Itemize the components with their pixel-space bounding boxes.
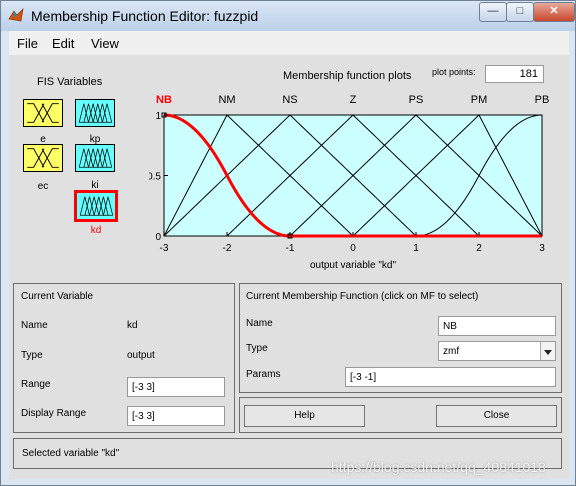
x-tick-label: 0 <box>350 243 356 254</box>
maximize-button[interactable]: □ <box>506 2 534 22</box>
mf-name-label: Name <box>246 318 273 329</box>
mf-label-nb: NB <box>156 94 172 106</box>
y-tick-label: 0 <box>155 232 161 243</box>
chevron-down-icon[interactable] <box>540 342 555 360</box>
fis-variable-label-ec: ec <box>37 181 49 192</box>
x-tick-label: 1 <box>413 243 419 254</box>
close-button[interactable]: Close <box>436 405 557 427</box>
current-variable-title: Current Variable <box>21 291 94 302</box>
display-range-label: Display Range <box>21 408 87 419</box>
mf-label-ns: NS <box>282 94 297 106</box>
y-tick-label: 0.5 <box>149 172 161 183</box>
plot-points-input[interactable]: 181 <box>485 65 544 83</box>
menu-bar: File Edit View <box>9 31 569 55</box>
mf-type-select[interactable]: zmf <box>438 341 556 361</box>
fis-variable-kd[interactable] <box>74 190 118 222</box>
mf-type-selected-value: zmf <box>443 346 460 357</box>
watermark-text: https://blog.csdn.net/qq_40841018 <box>331 459 546 475</box>
mf-params-label: Params <box>246 369 281 380</box>
mf-name-input[interactable]: NB <box>438 316 556 336</box>
x-axis-label: output variable "kd" <box>310 260 396 271</box>
x-tick-label: -1 <box>286 243 295 254</box>
button-panel: Help Close <box>239 397 562 433</box>
close-window-button[interactable]: ✕ <box>533 2 575 22</box>
mf-label-pb: PB <box>535 94 550 106</box>
window-title: Membership Function Editor: fuzzpid <box>31 8 259 24</box>
mf-label-pm: PM <box>471 94 488 106</box>
plot-points-label: plot points: <box>432 67 476 77</box>
title-bar: Membership Function Editor: fuzzpid — □ … <box>1 1 575 31</box>
menu-view[interactable]: View <box>91 36 119 51</box>
status-text: Selected variable "kd" <box>22 448 120 459</box>
variable-type-value: output <box>127 350 155 361</box>
x-tick-label: -3 <box>160 243 169 254</box>
range-input[interactable]: [-3 3] <box>127 377 225 397</box>
current-mf-panel: Current Membership Function (click on MF… <box>239 283 562 393</box>
x-tick-label: 2 <box>476 243 482 254</box>
editor-client-area: FIS Variables e kp ec ki kd Membership f… <box>9 55 569 479</box>
mf-type-label: Type <box>246 343 268 354</box>
output-mf-icon <box>78 148 113 168</box>
x-tick-label: 3 <box>539 243 545 254</box>
output-mf-icon <box>79 196 114 216</box>
menu-file[interactable]: File <box>17 36 38 51</box>
matlab-app-icon <box>8 8 24 22</box>
mf-editor-window: Membership Function Editor: fuzzpid — □ … <box>0 0 576 486</box>
membership-function-plot[interactable]: NB NM NS Z PS PM PB -3 -2 -1 0 1 2 3 0 0.5 1 output varia… <box>149 89 559 279</box>
fis-variables-title: FIS Variables <box>37 76 103 88</box>
input-mf-icon <box>27 148 59 168</box>
range-label: Range <box>21 379 51 390</box>
variable-type-label: Type <box>21 350 43 361</box>
variable-name-label: Name <box>21 320 48 331</box>
mf-label-z: Z <box>350 94 357 106</box>
fis-variable-label-kd: kd <box>90 225 102 236</box>
mf-label-ps: PS <box>409 94 424 106</box>
y-tick-label: 1 <box>155 111 161 122</box>
mf-params-input[interactable]: [-3 -1] <box>345 367 556 387</box>
current-mf-title: Current Membership Function (click on MF… <box>246 291 479 302</box>
fis-variable-ec[interactable] <box>23 144 63 172</box>
minimize-button[interactable]: — <box>479 2 507 22</box>
input-mf-icon <box>27 103 59 123</box>
fis-variable-ki[interactable] <box>75 144 115 172</box>
current-variable-panel: Current Variable Name kd Type output Ran… <box>13 283 235 433</box>
mf-label-nm: NM <box>218 94 235 106</box>
menu-edit[interactable]: Edit <box>52 36 74 51</box>
variable-name-value: kd <box>127 320 138 331</box>
output-mf-icon <box>78 103 113 123</box>
plot-title: Membership function plots <box>283 70 412 82</box>
display-range-input[interactable]: [-3 3] <box>127 406 225 426</box>
fis-variable-e[interactable] <box>23 99 63 127</box>
help-button[interactable]: Help <box>244 405 365 427</box>
fis-variable-kp[interactable] <box>75 99 115 127</box>
x-tick-label: -2 <box>223 243 232 254</box>
